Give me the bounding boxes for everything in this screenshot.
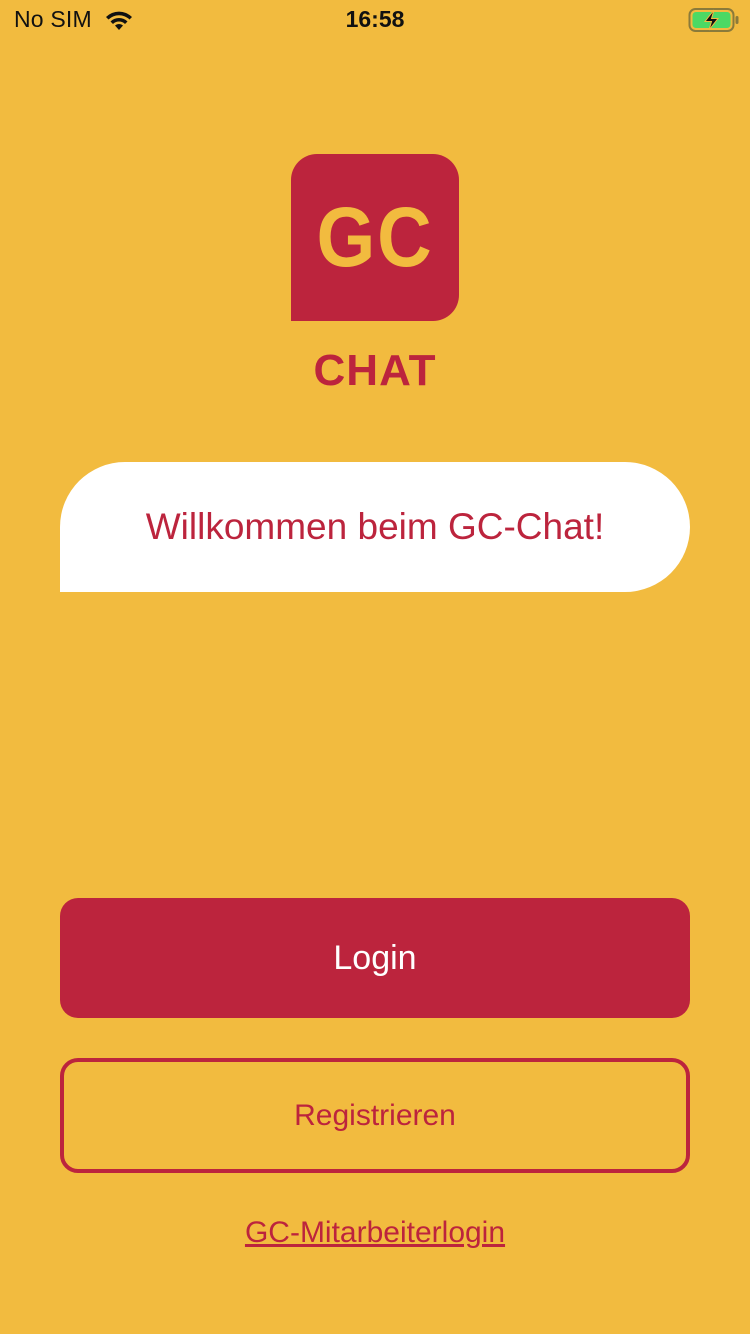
- app-logo: GC: [291, 154, 459, 321]
- register-button[interactable]: Registrieren: [60, 1058, 690, 1173]
- logo-letters: GC: [316, 190, 434, 284]
- logo-wordmark: CHAT: [313, 346, 437, 395]
- welcome-bubble: Willkommen beim GC-Chat!: [60, 462, 690, 592]
- battery-charging-icon: [688, 8, 739, 32]
- staff-login-link[interactable]: GC-Mitarbeiterlogin: [0, 1216, 750, 1250]
- status-bar: No SIM 16:58: [0, 0, 750, 40]
- welcome-message: Willkommen beim GC-Chat!: [145, 506, 605, 547]
- login-button[interactable]: Login: [60, 898, 690, 1018]
- clock: 16:58: [345, 6, 405, 32]
